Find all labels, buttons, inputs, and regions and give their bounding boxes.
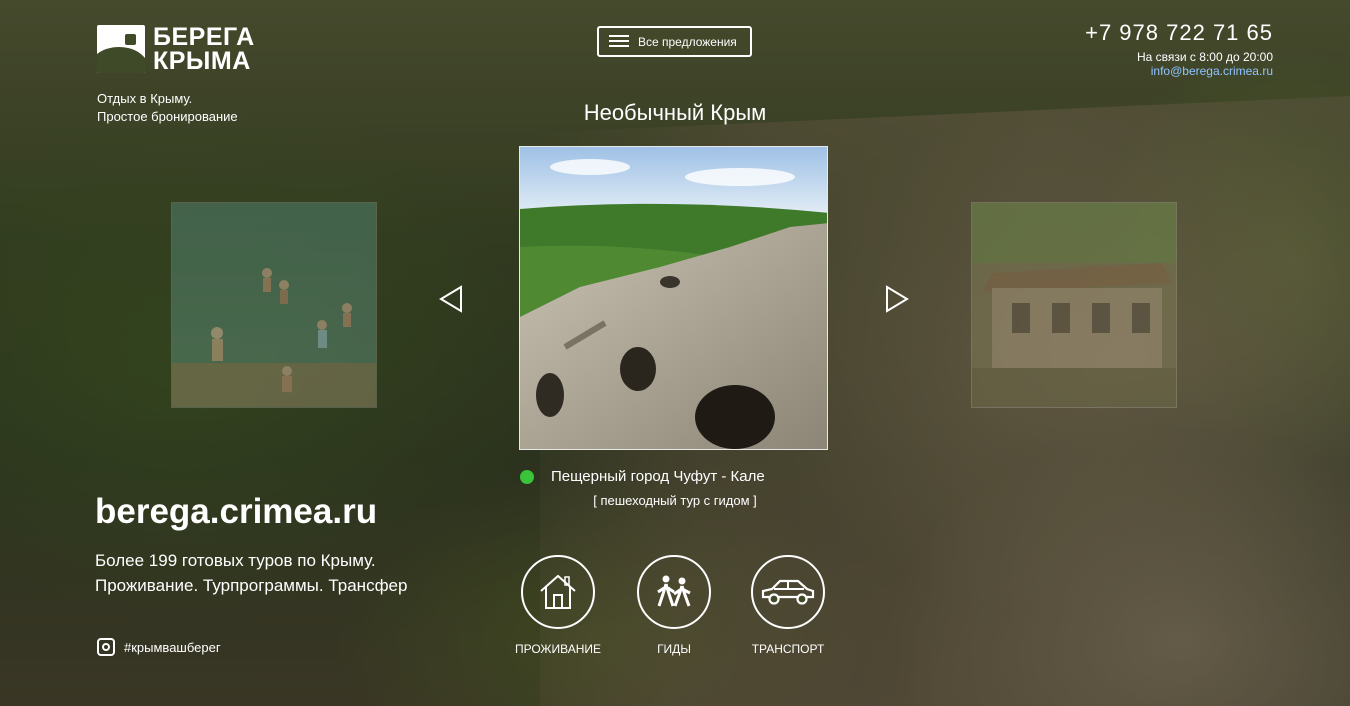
hikers-icon [637,555,711,629]
car-icon [751,555,825,629]
logo-line-2: КРЫМА [153,47,251,75]
status-dot-icon [520,469,534,484]
service-label-transport: ТРАНСПОРТ [751,642,825,656]
cave-city-photo [520,147,827,449]
service-transport[interactable]: ТРАНСПОРТ [728,555,848,656]
site-name: berega.crimea.ru [95,492,378,531]
hashtag-label: #крымвашберег [124,639,221,655]
all-offers-label: Все предложения [638,34,737,49]
promo-line-2: Проживание. Турпрограммы. Трансфер [95,576,408,595]
all-offers-button[interactable]: Все предложения [597,26,752,57]
next-arrow-icon[interactable] [883,285,911,313]
logo-line-1: БЕРЕГА [153,23,255,51]
instagram-icon [97,638,115,656]
promo-line-1: Более 199 готовых туров по Крыму. [95,551,376,570]
house-icon [521,555,595,629]
slide-next[interactable] [971,202,1177,408]
logo-icon [97,25,145,73]
phone-number[interactable]: +7 978 722 71 65 [1085,20,1273,46]
slide-caption-text: Пещерный город Чуфут - Кале [551,468,765,485]
beach-photo [172,203,376,407]
palace-photo [972,203,1176,407]
logo-text: БЕРЕГА КРЫМА [153,23,255,75]
working-hours: На связи с 8:00 до 20:00 [1136,50,1273,64]
prev-arrow-icon[interactable] [437,285,465,313]
promo-description: Более 199 готовых туров по Крыму. Прожив… [95,548,407,598]
slide-caption[interactable]: Пещерный город Чуфут - Кале [520,468,830,485]
slide-subcaption: [ пешеходный тур с гидом ] [593,493,757,508]
instagram-link[interactable]: #крымвашберег [97,638,221,656]
slider-title: Необычный Крым [583,100,767,125]
service-guides[interactable]: ГИДЫ [614,555,734,656]
slide-previous[interactable] [171,202,377,408]
logo[interactable]: БЕРЕГА КРЫМА [97,23,255,75]
service-label-accommodation: ПРОЖИВАНИЕ [514,642,602,656]
service-accommodation[interactable]: ПРОЖИВАНИЕ [498,555,618,656]
email-link[interactable]: info@berega.crimea.ru [1085,64,1273,78]
hamburger-icon [609,35,629,48]
service-label-guides: ГИДЫ [657,642,691,656]
slide-current[interactable] [519,146,828,450]
contact-block: +7 978 722 71 65 На связи с 8:00 до 20:0… [1085,20,1273,78]
